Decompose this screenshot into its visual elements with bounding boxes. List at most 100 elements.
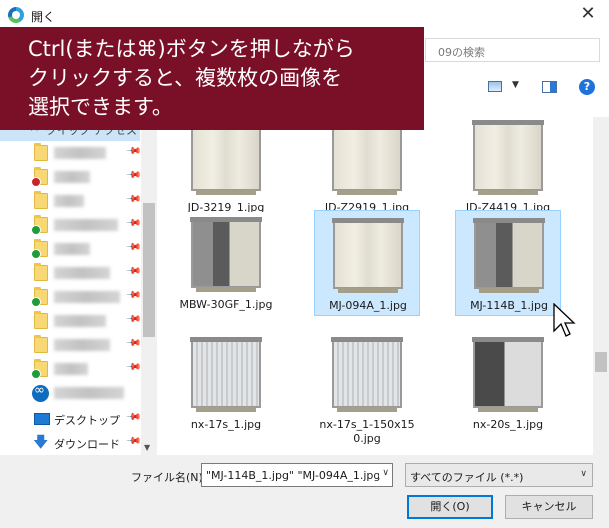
cancel-button[interactable]: キャンセル <box>505 495 593 519</box>
download-arrow-icon: 🡇 <box>33 433 49 451</box>
desktop-icon <box>34 413 50 425</box>
redacted-folder-name <box>54 267 110 279</box>
chevron-down-icon[interactable]: ∨ <box>379 468 389 478</box>
pin-icon: 📌 <box>124 409 142 426</box>
instruction-line: 選択できます。 <box>28 95 173 119</box>
nav-folder-item[interactable]: 📌 <box>0 141 142 165</box>
nav-folder-item[interactable]: 📌 <box>0 237 142 261</box>
view-options-dropdown[interactable]: ▼ <box>512 80 519 90</box>
storage-shed-image <box>332 218 404 293</box>
nav-folder-item[interactable]: 📌 <box>0 309 142 333</box>
filetype-select[interactable]: すべてのファイル (*.*) ∨ <box>405 463 593 487</box>
storage-shed-image <box>190 120 262 195</box>
sync-check-icon <box>31 297 41 307</box>
dialog-footer: ファイル名(N): "MJ-114B_1.jpg" "MJ-094A_1.jpg… <box>0 455 609 528</box>
file-tile[interactable]: MBW-30GF_1.jpg <box>173 210 279 316</box>
file-tile[interactable]: JD-Z2919_1.jpg <box>314 117 420 219</box>
chevron-down-icon: ∨ <box>580 469 587 479</box>
filetype-value: すべてのファイル (*.*) <box>410 471 524 484</box>
file-name: nx-17s_1-150x15 <box>319 418 415 431</box>
pin-icon: 📌 <box>124 167 142 184</box>
pin-icon: 📌 <box>124 191 142 208</box>
close-button[interactable]: ✕ <box>577 3 599 25</box>
sync-check-icon <box>31 249 41 259</box>
files-scrollbar[interactable] <box>593 117 609 455</box>
nav-downloads[interactable]: 🡇 ダウンロード 📌 <box>0 431 142 455</box>
search-input[interactable]: 09の検索 <box>425 38 600 62</box>
file-name: nx-20s_1.jpg <box>472 418 544 431</box>
folder-icon <box>34 191 48 209</box>
nav-scrollbar[interactable]: ▼ <box>141 117 157 455</box>
filename-value: "MJ-114B_1.jpg" "MJ-094A_1.jpg" <box>206 469 386 482</box>
search-placeholder: 09の検索 <box>438 46 485 59</box>
instruction-banner: Ctrl(または⌘)ボタンを押しながら クリックすると、複数枚の画像を 選択でき… <box>0 27 424 130</box>
file-tile[interactable]: MJ-114B_1.jpg <box>455 210 561 316</box>
pin-icon: 📌 <box>124 263 142 280</box>
redacted-folder-name <box>54 171 90 183</box>
redacted-folder-name <box>54 147 106 159</box>
open-button[interactable]: 開く(O) <box>407 495 493 519</box>
image-thumbnail <box>469 332 547 414</box>
image-thumbnail <box>328 332 406 414</box>
redacted-folder-name <box>54 387 124 399</box>
pin-icon: 📌 <box>124 335 142 352</box>
change-view-icon[interactable] <box>488 81 502 92</box>
file-name: nx-17s_1.jpg <box>190 418 262 431</box>
nav-scrollbar-thumb[interactable] <box>143 203 155 337</box>
pin-icon: 📌 <box>124 239 142 256</box>
redacted-folder-name <box>54 219 118 231</box>
storage-shed-image <box>331 337 403 412</box>
folder-icon <box>34 143 48 161</box>
nav-downloads-label: ダウンロード <box>54 438 120 451</box>
storage-shed-image <box>472 120 544 195</box>
pin-icon: 📌 <box>124 143 142 160</box>
redacted-folder-name <box>54 315 106 327</box>
nav-folder-item[interactable]: 📌 <box>0 285 142 309</box>
instruction-line: Ctrl(または⌘)ボタンを押しながら <box>28 37 355 61</box>
image-thumbnail <box>469 117 547 197</box>
image-thumbnail <box>470 213 548 295</box>
file-tile[interactable]: JD-3219_1.jpg <box>173 117 279 219</box>
storage-shed-image <box>472 337 544 412</box>
sync-check-icon <box>31 369 41 379</box>
pin-icon: 📌 <box>124 215 142 232</box>
storage-shed-image <box>190 337 262 412</box>
folder-icon <box>34 311 48 329</box>
file-tile[interactable]: JD-Z4419_1.jpg <box>455 117 561 219</box>
files-scrollbar-thumb[interactable] <box>595 352 607 372</box>
file-name: MJ-094A_1.jpg <box>329 299 407 312</box>
file-tile[interactable]: MJ-094A_1.jpg <box>314 210 420 316</box>
file-name-continued: 0.jpg <box>353 432 381 445</box>
file-tile[interactable]: nx-20s_1.jpg <box>455 330 561 448</box>
navigation-pane: ★ クイック アクセス 📌📌📌📌📌📌📌📌📌📌 デスクトップ 📌 🡇 ダウンロード… <box>0 117 157 455</box>
image-thumbnail <box>329 213 407 295</box>
file-tile[interactable]: nx-17s_1-150x15 0.jpg <box>314 330 420 448</box>
nav-desktop[interactable]: デスクトップ 📌 <box>0 407 142 431</box>
window-title: 開く <box>31 10 56 24</box>
nav-folder-item[interactable]: 📌 <box>0 165 142 189</box>
redacted-folder-name <box>54 339 110 351</box>
nav-folder-item[interactable]: 📌 <box>0 333 142 357</box>
redacted-folder-name <box>54 243 90 255</box>
preview-pane-icon[interactable] <box>542 81 557 93</box>
pin-icon: 📌 <box>124 311 142 328</box>
redacted-folder-name <box>54 195 84 207</box>
file-view: JD-3219_1.jpg JD-Z2919_1.jpg JD-Z4419_1.jp… <box>157 117 593 455</box>
filename-field[interactable]: "MJ-114B_1.jpg" "MJ-094A_1.jpg" ∨ <box>201 463 393 487</box>
storage-shed-image <box>190 217 262 292</box>
onedrive-icon <box>32 383 49 402</box>
pin-icon: 📌 <box>124 359 142 376</box>
folder-icon <box>34 263 48 281</box>
redacted-folder-name <box>54 291 120 303</box>
sync-check-icon <box>31 225 41 235</box>
nav-folder-item[interactable]: 📌 <box>0 261 142 285</box>
nav-folder-item[interactable]: 📌 <box>0 213 142 237</box>
nav-folder-item[interactable]: 📌 <box>0 357 142 381</box>
help-icon[interactable]: ? <box>579 79 595 95</box>
nav-folder-item[interactable]: 📌 <box>0 189 142 213</box>
scroll-down-icon[interactable]: ▼ <box>144 443 150 452</box>
file-name: MBW-30GF_1.jpg <box>179 298 273 311</box>
file-tile[interactable]: nx-17s_1.jpg <box>173 330 279 448</box>
nav-folder-item[interactable] <box>0 381 140 405</box>
pin-icon: 📌 <box>124 287 142 304</box>
